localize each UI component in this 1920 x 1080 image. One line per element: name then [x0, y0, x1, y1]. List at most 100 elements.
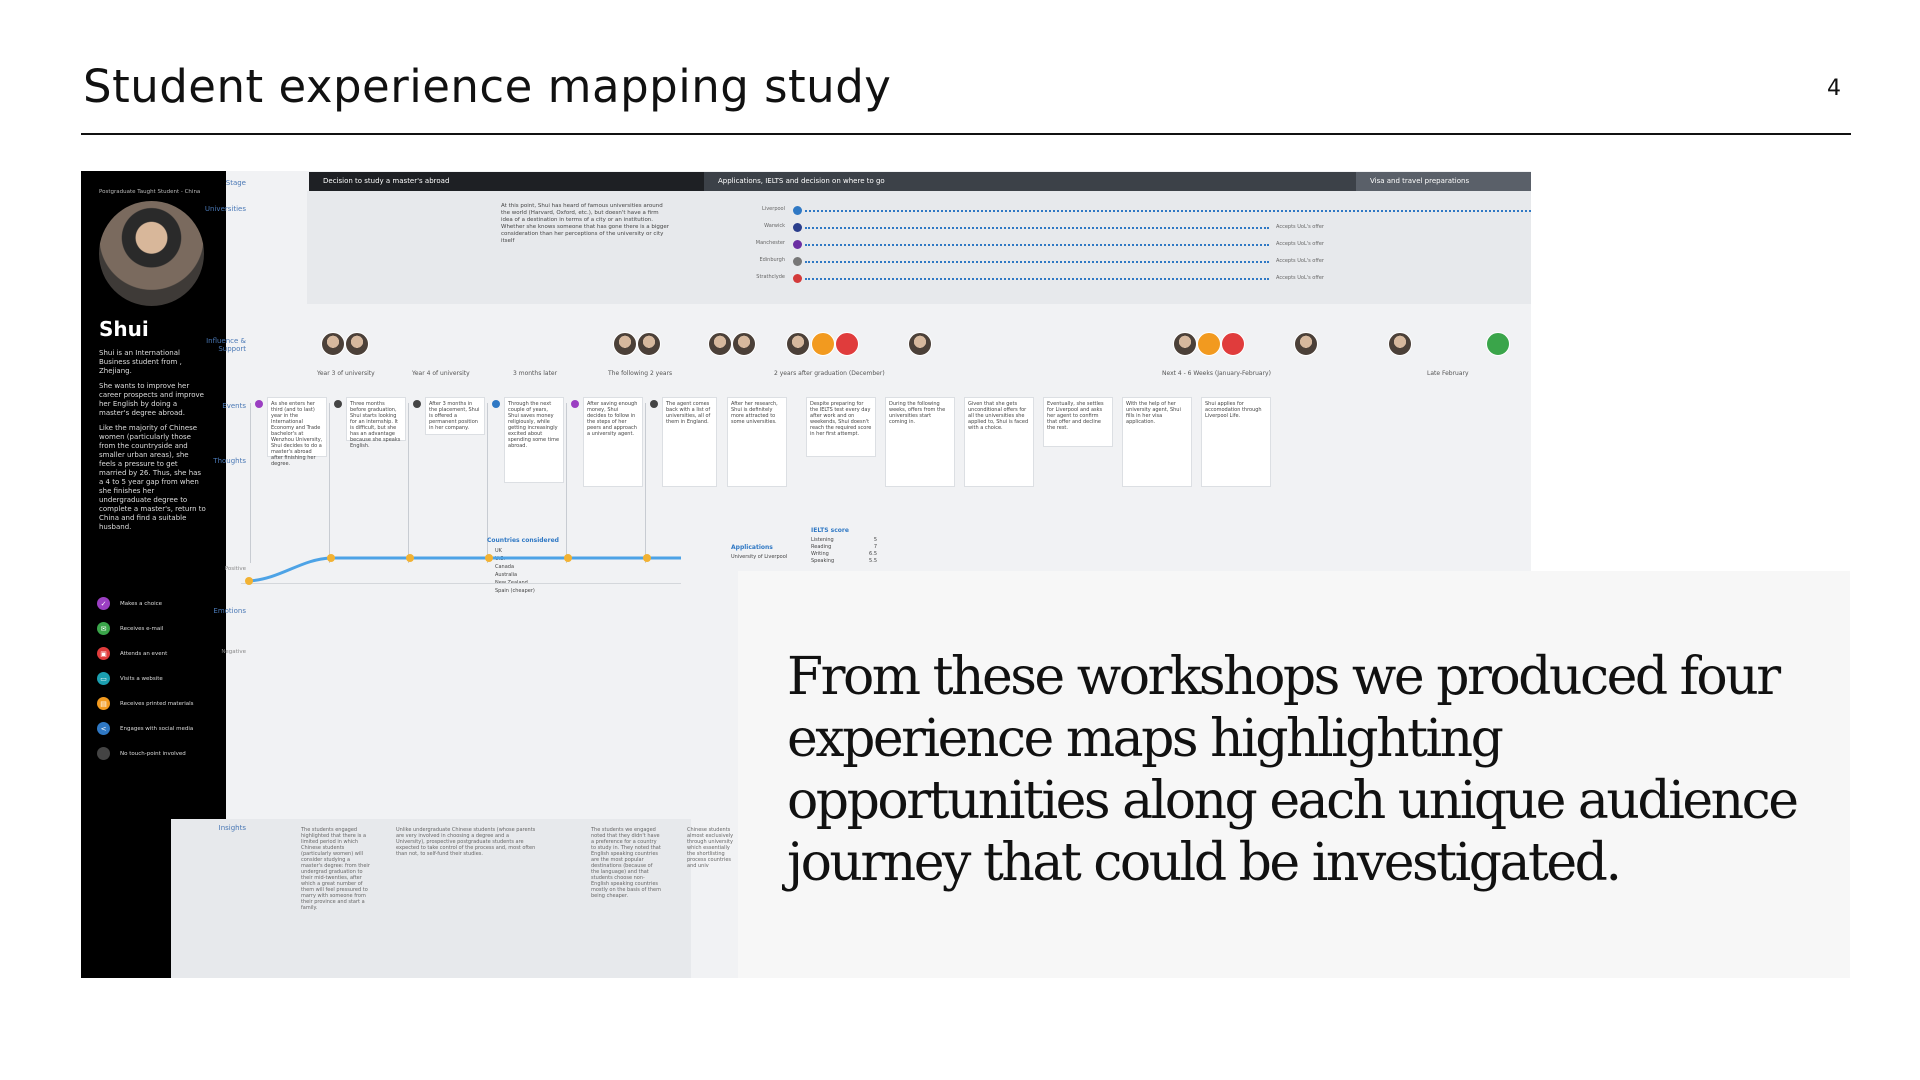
- applications-title: Applications: [731, 544, 773, 551]
- event-card: Despite preparing for the IELTS test eve…: [806, 397, 876, 457]
- period-label: The following 2 years: [608, 370, 673, 377]
- event-card: After saving enough money, Shui decides …: [583, 397, 643, 487]
- insight-text: Chinese students almost exclusively thro…: [687, 827, 734, 869]
- timeline-line: [408, 403, 409, 563]
- strathclyde-icon: [793, 274, 802, 283]
- social-media-icon: [1197, 332, 1221, 356]
- timeline-line: [329, 403, 330, 563]
- persona-name: Shui: [99, 317, 149, 341]
- university-line: [805, 227, 1269, 229]
- row-label-positive: Positive: [224, 566, 246, 572]
- ielts-title: IELTS score: [811, 527, 849, 534]
- row-label-universities: Universities: [204, 205, 246, 213]
- emotion-marker: [245, 577, 253, 585]
- weibo-icon: [835, 332, 859, 356]
- insight-text: The students we engaged noted that they …: [591, 827, 661, 899]
- insight-text: Unlike undergraduate Chinese students (w…: [396, 827, 536, 857]
- emotion-marker: [485, 554, 493, 562]
- slide-title: Student experience mapping study: [83, 60, 892, 113]
- weibo-icon: [1221, 332, 1245, 356]
- row-label-influence: Influence & Support: [206, 337, 246, 353]
- influencer-avatar: [321, 332, 345, 356]
- university-line: [805, 244, 1269, 246]
- stage-visa: Visa and travel preparations: [1356, 172, 1531, 191]
- universities-lane: [307, 191, 1531, 304]
- emotion-marker: [643, 554, 651, 562]
- persona-bio-paragraph: Shui is an International Business studen…: [99, 349, 182, 375]
- none-icon: [413, 400, 421, 408]
- influencer-avatar: [1388, 332, 1412, 356]
- persona-photo: [99, 201, 204, 306]
- slide-quote: From these workshops we produced four ex…: [787, 647, 1799, 893]
- influencer-avatar: [908, 332, 932, 356]
- accepts-offer-label: Accepts UoL's offer: [1276, 241, 1324, 247]
- university-line: [805, 278, 1269, 280]
- university-label: Manchester: [755, 240, 785, 246]
- accepts-offer-label: Accepts UoL's offer: [1276, 224, 1324, 230]
- event-card: During the following weeks, offers from …: [885, 397, 955, 487]
- influencer-avatar: [637, 332, 661, 356]
- influencer-avatar: [732, 332, 756, 356]
- persona-tag: Postgraduate Taught Student - China: [99, 189, 201, 195]
- choice-icon: [571, 400, 579, 408]
- stage-applications: Applications, IELTS and decision on wher…: [704, 172, 1356, 191]
- applications-item: University of Liverpool: [731, 554, 788, 560]
- event-card: The agent comes back with a list of univ…: [662, 397, 717, 487]
- persona-bio-paragraph: She wants to improve her career prospect…: [99, 382, 204, 417]
- row-label-stage: Stage: [225, 179, 246, 187]
- none-icon: [334, 400, 342, 408]
- accepts-offer-label: Accepts UoL's offer: [1276, 258, 1324, 264]
- legend-item: < Engages with social media: [97, 716, 222, 741]
- period-label: 2 years after graduation (December): [774, 370, 885, 377]
- event-card: Shui applies for accomodation through Li…: [1201, 397, 1271, 487]
- influencer-avatar: [786, 332, 810, 356]
- legend-item: ✉ Receives e-mail: [97, 616, 222, 641]
- timeline-line: [566, 403, 567, 563]
- persona-bio-paragraph: Like the majority of Chinese women (part…: [99, 424, 206, 531]
- liverpool-icon: [793, 206, 802, 215]
- wechat-icon: [1486, 332, 1510, 356]
- social-icon: [492, 400, 500, 408]
- emotion-curve: [245, 554, 681, 585]
- event-card: After 3 months in the placement, Shui is…: [425, 397, 485, 435]
- legend-item: ▭ Visits a website: [97, 666, 222, 691]
- choice-icon: ✓: [97, 597, 110, 610]
- manchester-icon: [793, 240, 802, 249]
- emotion-marker: [406, 554, 414, 562]
- emotion-marker: [564, 554, 572, 562]
- insight-text: The students engaged highlighted that th…: [301, 827, 370, 911]
- print-icon: ▤: [97, 697, 110, 710]
- university-label: Strathclyde: [756, 274, 785, 280]
- influencer-avatar: [1173, 332, 1197, 356]
- choice-icon: [255, 400, 263, 408]
- period-label: Late February: [1427, 370, 1469, 377]
- persona-bio: Shui is an International Business studen…: [99, 349, 207, 538]
- event-card: With the help of her university agent, S…: [1122, 397, 1192, 487]
- row-label-insights: Insights: [218, 824, 246, 832]
- row-label-events: Events: [222, 402, 246, 410]
- influencer-avatar: [345, 332, 369, 356]
- period-label: Year 3 of university: [317, 370, 375, 377]
- event-card: As she enters her third (and to last) ye…: [267, 397, 327, 467]
- period-label: Year 4 of university: [412, 370, 470, 377]
- event-card: Through the next couple of years, Shui s…: [504, 397, 564, 483]
- title-rule: [81, 133, 1851, 135]
- email-icon: ✉: [97, 622, 110, 635]
- legend-item: ▤ Receives printed materials: [97, 691, 222, 716]
- countries-title: Countries considered: [487, 537, 559, 544]
- influencer-avatar: [708, 332, 732, 356]
- social-media-icon: [811, 332, 835, 356]
- event-card: Three months before graduation, Shui sta…: [346, 397, 406, 449]
- event-icon: ▣: [97, 647, 110, 660]
- none-icon: [650, 400, 658, 408]
- accepts-offer-label: Accepts UoL's offer: [1276, 275, 1324, 281]
- row-label-negative: Negative: [221, 649, 246, 655]
- legend-item: No touch-point involved: [97, 741, 222, 766]
- row-label-emotions: Emotions: [213, 607, 246, 615]
- university-label: Warwick: [764, 223, 785, 229]
- university-label: Liverpool: [762, 206, 785, 212]
- universities-note: At this point, Shui has heard of famous …: [501, 203, 669, 244]
- event-card: Eventually, she settles for Liverpool an…: [1043, 397, 1113, 447]
- timeline-line: [645, 403, 646, 563]
- social-icon: <: [97, 722, 110, 735]
